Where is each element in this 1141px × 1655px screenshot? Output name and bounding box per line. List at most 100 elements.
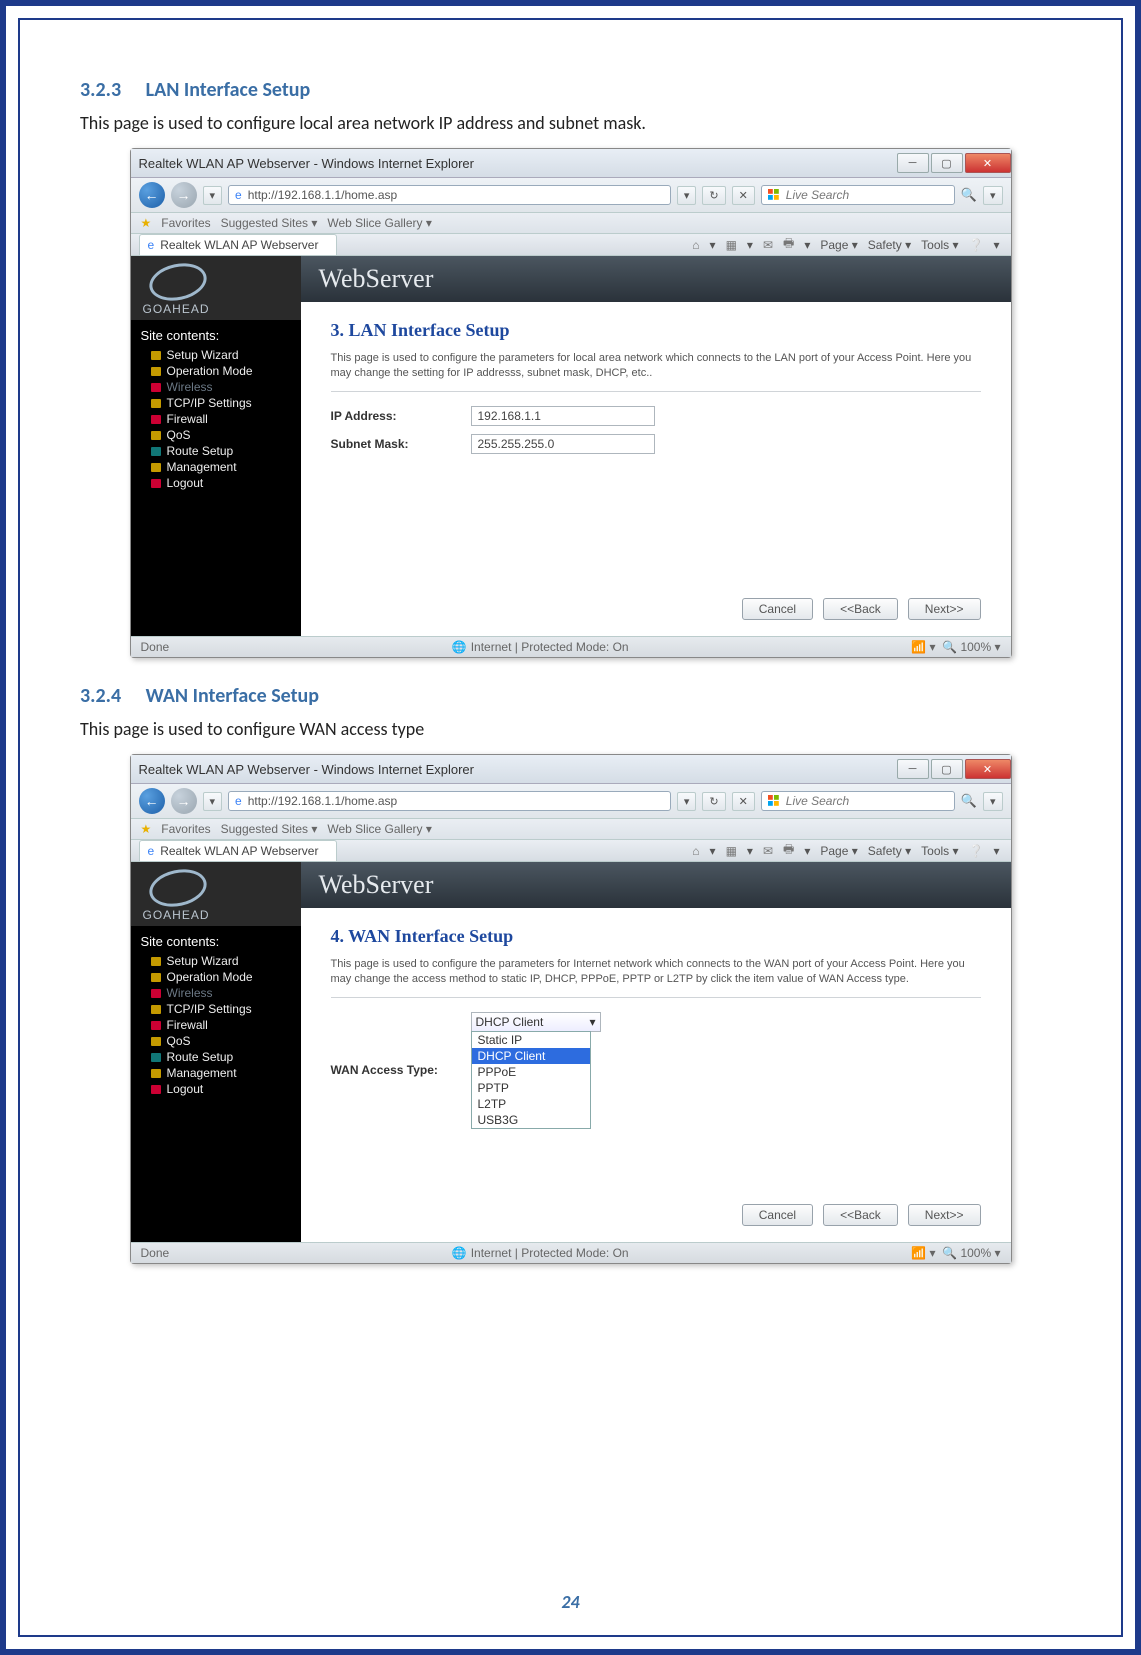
wizard-buttons: Cancel <<Back Next>> bbox=[742, 598, 981, 620]
page-menu[interactable]: Page ▾ bbox=[817, 238, 860, 252]
mail-icon[interactable]: ✉ bbox=[760, 238, 776, 252]
favorites-link[interactable]: Suggested Sites ▾ bbox=[221, 216, 318, 230]
url-dropdown[interactable]: ▾ bbox=[677, 186, 697, 205]
safety-menu[interactable]: Safety ▾ bbox=[865, 844, 914, 858]
search-box[interactable]: Live Search bbox=[761, 791, 955, 811]
zoom-control[interactable]: 📶 ▾ 🔍 100% ▾ bbox=[911, 1246, 1000, 1260]
search-go-icon[interactable]: 🔍 bbox=[961, 793, 977, 809]
sidebar-item[interactable]: Setup Wizard bbox=[151, 953, 301, 969]
stop-button[interactable]: ✕ bbox=[732, 186, 755, 205]
sidebar-item[interactable]: Wireless bbox=[151, 379, 301, 395]
ip-input[interactable] bbox=[471, 406, 655, 426]
search-dropdown[interactable]: ▾ bbox=[983, 792, 1003, 811]
next-button[interactable]: Next>> bbox=[908, 1204, 981, 1226]
wan-option[interactable]: DHCP Client bbox=[472, 1048, 590, 1064]
favorites-star-icon[interactable]: ★ bbox=[141, 216, 152, 230]
back-button[interactable]: <<Back bbox=[823, 598, 898, 620]
search-go-icon[interactable]: 🔍 bbox=[961, 187, 977, 203]
sidebar-item[interactable]: Firewall bbox=[151, 1017, 301, 1033]
forward-nav-button[interactable]: → bbox=[171, 788, 197, 814]
refresh-button[interactable]: ↻ bbox=[702, 186, 725, 205]
favorites-star-icon[interactable]: ★ bbox=[141, 822, 152, 836]
folder-icon bbox=[151, 1037, 161, 1046]
cancel-button[interactable]: Cancel bbox=[742, 1204, 813, 1226]
sidebar-item[interactable]: Operation Mode bbox=[151, 969, 301, 985]
history-dropdown[interactable]: ▾ bbox=[203, 792, 223, 811]
safety-menu[interactable]: Safety ▾ bbox=[865, 238, 914, 252]
forward-nav-button[interactable]: → bbox=[171, 182, 197, 208]
sidebar-item[interactable]: Wireless bbox=[151, 985, 301, 1001]
stop-button[interactable]: ✕ bbox=[732, 792, 755, 811]
sidebar-item[interactable]: QoS bbox=[151, 427, 301, 443]
maximize-button[interactable]: ▢ bbox=[931, 153, 963, 173]
close-button[interactable]: ✕ bbox=[965, 759, 1011, 779]
wan-option[interactable]: USB3G bbox=[472, 1112, 590, 1128]
mask-input[interactable] bbox=[471, 434, 655, 454]
close-button[interactable]: ✕ bbox=[965, 153, 1011, 173]
search-box[interactable]: Live Search bbox=[761, 185, 955, 205]
back-nav-button[interactable]: ← bbox=[139, 182, 165, 208]
page-menu[interactable]: Page ▾ bbox=[817, 844, 860, 858]
back-button[interactable]: <<Back bbox=[823, 1204, 898, 1226]
wan-selected-value: DHCP Client bbox=[476, 1015, 544, 1029]
ip-label: IP Address: bbox=[331, 409, 471, 423]
maximize-button[interactable]: ▢ bbox=[931, 759, 963, 779]
wan-option[interactable]: L2TP bbox=[472, 1096, 590, 1112]
sidebar-item[interactable]: TCP/IP Settings bbox=[151, 1001, 301, 1017]
zoom-control[interactable]: 📶 ▾ 🔍 100% ▾ bbox=[911, 640, 1000, 654]
sidebar-item[interactable]: Logout bbox=[151, 475, 301, 491]
sidebar-item[interactable]: Logout bbox=[151, 1081, 301, 1097]
sidebar-item[interactable]: Operation Mode bbox=[151, 363, 301, 379]
search-dropdown[interactable]: ▾ bbox=[983, 186, 1003, 205]
wan-option[interactable]: Static IP bbox=[472, 1032, 590, 1048]
sidebar-item[interactable]: Route Setup bbox=[151, 443, 301, 459]
sidebar-item[interactable]: Setup Wizard bbox=[151, 347, 301, 363]
minimize-button[interactable]: ─ bbox=[897, 153, 929, 173]
wan-access-select[interactable]: DHCP Client ▾ bbox=[471, 1012, 601, 1032]
logo-swoosh-icon bbox=[145, 258, 209, 305]
cancel-button[interactable]: Cancel bbox=[742, 598, 813, 620]
sidebar-item-label: Route Setup bbox=[167, 1050, 234, 1064]
history-dropdown[interactable]: ▾ bbox=[203, 186, 223, 205]
folder-icon bbox=[151, 479, 161, 488]
help-icon[interactable]: ❔ bbox=[966, 844, 987, 858]
status-zone: Internet | Protected Mode: On bbox=[471, 1246, 629, 1260]
favorites-link[interactable]: Web Slice Gallery ▾ bbox=[327, 822, 432, 836]
home-icon[interactable]: ⌂ bbox=[689, 238, 702, 252]
print-icon[interactable]: 🖶 bbox=[780, 234, 797, 255]
panel-title: 3. LAN Interface Setup bbox=[331, 320, 981, 341]
panel-title: 4. WAN Interface Setup bbox=[331, 926, 981, 947]
sidebar-item[interactable]: TCP/IP Settings bbox=[151, 395, 301, 411]
favorites-link[interactable]: Suggested Sites ▾ bbox=[221, 822, 318, 836]
minimize-button[interactable]: ─ bbox=[897, 759, 929, 779]
tools-menu[interactable]: Tools ▾ bbox=[918, 238, 961, 252]
sidebar-item[interactable]: Management bbox=[151, 459, 301, 475]
back-nav-button[interactable]: ← bbox=[139, 788, 165, 814]
address-bar[interactable]: e http://192.168.1.1/home.asp bbox=[228, 185, 671, 205]
refresh-button[interactable]: ↻ bbox=[702, 792, 725, 811]
favorites-label[interactable]: Favorites bbox=[161, 822, 210, 836]
address-bar[interactable]: e http://192.168.1.1/home.asp bbox=[228, 791, 671, 811]
tools-menu[interactable]: Tools ▾ bbox=[918, 844, 961, 858]
browser-tab[interactable]: e Realtek WLAN AP Webserver bbox=[139, 840, 338, 861]
page-icon: e bbox=[235, 188, 242, 202]
mail-icon[interactable]: ✉ bbox=[760, 844, 776, 858]
webserver-header: WebServer bbox=[301, 862, 1011, 908]
sidebar-item[interactable]: Firewall bbox=[151, 411, 301, 427]
next-button[interactable]: Next>> bbox=[908, 598, 981, 620]
url-dropdown[interactable]: ▾ bbox=[677, 792, 697, 811]
home-icon[interactable]: ⌂ bbox=[689, 844, 702, 858]
feeds-icon[interactable]: ▦ bbox=[723, 844, 740, 858]
favorites-link[interactable]: Web Slice Gallery ▾ bbox=[327, 216, 432, 230]
browser-tab[interactable]: e Realtek WLAN AP Webserver bbox=[139, 234, 338, 255]
help-icon[interactable]: ❔ bbox=[966, 238, 987, 252]
wan-option[interactable]: PPPoE bbox=[472, 1064, 590, 1080]
sidebar-item[interactable]: QoS bbox=[151, 1033, 301, 1049]
sidebar-item[interactable]: Management bbox=[151, 1065, 301, 1081]
logo-box: GOAHEAD bbox=[131, 862, 301, 926]
sidebar-item[interactable]: Route Setup bbox=[151, 1049, 301, 1065]
favorites-label[interactable]: Favorites bbox=[161, 216, 210, 230]
wan-option[interactable]: PPTP bbox=[472, 1080, 590, 1096]
feeds-icon[interactable]: ▦ bbox=[723, 238, 740, 252]
print-icon[interactable]: 🖶 bbox=[780, 840, 797, 861]
